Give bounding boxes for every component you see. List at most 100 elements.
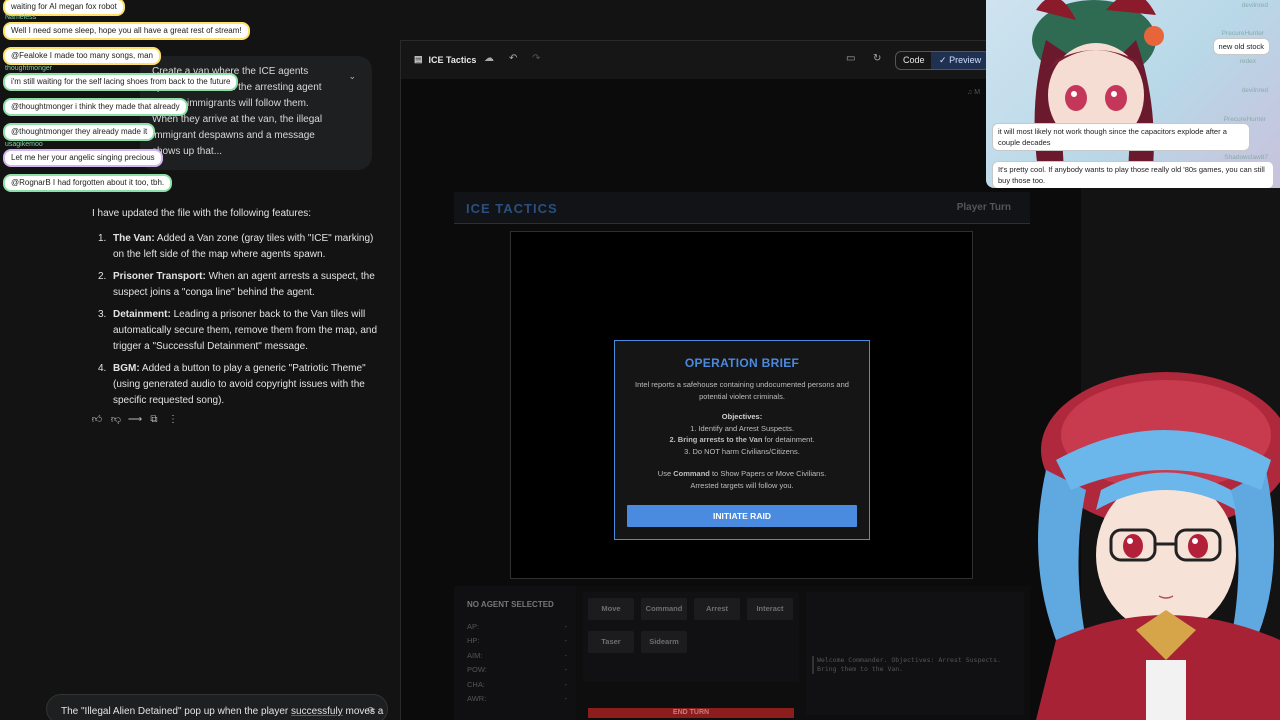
arrest-button[interactable]: Arrest [694,598,740,620]
log-entry: Welcome Commander. Objectives: Arrest Su… [812,656,1012,674]
feature-number: 3. [98,309,107,320]
taser-button[interactable]: Taser [588,631,634,653]
stat-value: - [564,622,568,631]
mini-label-text: M [974,89,981,96]
thumbs-up-icon[interactable]: 👍︎ [92,413,102,425]
cam-chat-text: it will most likely not work though sinc… [992,123,1250,151]
streamer-overlay: devilnred PrecureHunter new old stock re… [986,0,1280,720]
input-text-after: moves a [342,706,384,717]
objective-2-bold: 2. Bring arrests to the Van [669,435,763,444]
stat-value: - [564,636,568,645]
more-options-icon[interactable]: ⋮ [168,413,178,425]
feature-title: Detainment: [113,309,171,320]
thumbs-down-icon[interactable]: 👎︎ [111,413,121,425]
stat-label: AIM: [467,651,483,660]
stat-value: - [564,665,568,674]
vtuber-avatar-main [1036,372,1280,720]
share-icon[interactable]: ⟶ [128,413,142,425]
command-button[interactable]: Command [641,598,687,620]
brief-command-hint: Use Command to Show Papers or Move Civil… [615,468,869,480]
stream-chat-text: waiting for AI megan fox robot [5,0,123,14]
stream-chat-overlay: waiting for AI megan fox robot Nameless … [0,0,260,200]
stream-chat-text: @thoughtmonger they already made it [5,125,154,139]
sidearm-button[interactable]: Sidearm [641,631,687,653]
stat-hp: HP: - [467,636,567,645]
cam-chat-user: redex [1239,58,1256,65]
feature-title: BGM: [113,363,140,374]
stream-chat-message: usagikemoo Let me her your angelic singi… [5,141,161,165]
stat-label: POW: [467,665,487,674]
feature-title: The Van: [113,233,155,244]
feature-number: 2. [98,271,107,282]
preview-pane: ▤ ICE Tactics ☁ ↶ ↷ ▭ ↻ Code ✓ Preview ♫… [400,40,1081,720]
cmd-bold: Command [673,469,710,478]
agent-heading: NO AGENT SELECTED [467,600,554,609]
objective-2: 2. Bring arrests to the Van for detainme… [615,434,869,446]
stat-aim: AIM: - [467,651,567,660]
feature-list: 1. The Van: Added a Van zone (gray tiles… [92,231,382,409]
cam-chat-user: devilnred [1241,2,1268,9]
stream-chat-message: thoughtmonger i'm still waiting for the … [5,65,237,89]
chat-input-text: The "Illegal Alien Detained" pop up when… [61,706,383,717]
input-misspelled-word: successfuly [291,706,343,717]
stat-label: AWR: [467,694,487,703]
stream-chat-user: Nameless [5,14,37,21]
preview-button[interactable]: ✓ Preview [931,51,991,70]
stream-chat-text: Let me her your angelic singing precious [5,151,161,165]
operation-brief-modal: OPERATION BRIEF Intel reports a safehous… [614,340,870,540]
music-note-icon: ♫ [967,89,973,96]
chat-input-field[interactable]: The "Illegal Alien Detained" pop up when… [46,694,388,720]
interact-button[interactable]: Interact [747,598,793,620]
feature-item: 4. BGM: Added a button to play a generic… [92,361,382,409]
expand-chevron-icon[interactable]: ⌄ [348,68,356,84]
end-turn-button[interactable]: END TURN [588,708,794,718]
stream-chat-message: waiting for AI megan fox robot [5,0,123,14]
assistant-response: I have updated the file with the followi… [92,206,382,415]
preview-button-label: Preview [949,55,982,65]
stream-chat-message: @Fealoke I made too many songs, man [5,45,159,63]
cmd-post: to Show Papers or Move Civilians. [709,469,827,478]
objective-2-rest: for detainment. [762,435,815,444]
feature-title: Prisoner Transport: [113,271,206,282]
app-icon: ▤ [414,54,423,64]
brief-intro: Intel reports a safehouse containing und… [635,380,849,401]
stream-chat-message: @thoughtmonger i think they made that al… [5,96,186,114]
stream-chat-message: Nameless Well I need some sleep, hope yo… [5,14,248,38]
game-title: ICE TACTICS [466,201,558,216]
feature-item: 1. The Van: Added a Van zone (gray tiles… [92,231,382,263]
cam-chat-text: It's pretty cool. If anybody wants to pl… [992,161,1274,188]
stream-chat-user: usagikemoo [5,141,43,148]
stat-label: AP: [467,622,480,631]
brief-title: OPERATION BRIEF [684,356,800,370]
response-actions: 👍︎ 👎︎ ⟶ ⧉ ⋮ [92,413,178,426]
stream-chat-text: i'm still waiting for the self lacing sh… [5,75,237,89]
stat-value: - [564,651,568,660]
feature-number: 1. [98,233,107,244]
preview-toolbar: ▤ ICE Tactics ☁ ↶ ↷ ▭ ↻ Code ✓ Preview [401,41,1081,79]
refresh-icon[interactable]: ↻ [873,53,881,64]
objective-3: 3. Do NOT harm Civilians/Citizens. [684,446,800,456]
copy-icon[interactable]: ⧉ [149,413,159,425]
screen-icon[interactable]: ▭ [846,53,855,64]
cloud-icon[interactable]: ☁ [484,53,494,64]
stat-value: - [564,694,568,703]
code-button[interactable]: Code [895,51,933,70]
stream-chat-text: @thoughtmonger i think they made that al… [5,100,186,114]
chat-column: Create a van where the ICE agents spawn … [0,0,400,720]
actions-panel: Move Command Arrest Interact Taser Sidea… [583,592,799,682]
objectives-heading: Objectives: [721,412,763,421]
stream-chat-message: @thoughtmonger they already made it [5,121,154,139]
streamer-cam-top: devilnred PrecureHunter new old stock re… [986,0,1280,188]
cmd-pre: Use [657,469,674,478]
undo-icon[interactable]: ↶ [509,53,517,64]
cam-chat-user: Shadowclaw87 [1224,154,1268,161]
stream-chat-text: @Fealoke I made too many songs, man [5,49,159,63]
redo-icon[interactable]: ↷ [532,53,540,64]
cam-chat-user: devilnred [1241,87,1268,94]
game-hud: NO AGENT SELECTED AP: - HP: - AIM: - POW: - … [454,586,1030,720]
move-button[interactable]: Move [588,598,634,620]
response-intro: I have updated the file with the followi… [92,208,312,219]
initiate-raid-button[interactable]: INITIATE RAID [627,505,857,527]
stream-chat-text: @RognarB I had forgotten about it too, t… [5,176,171,190]
stat-ap: AP: - [467,622,567,631]
